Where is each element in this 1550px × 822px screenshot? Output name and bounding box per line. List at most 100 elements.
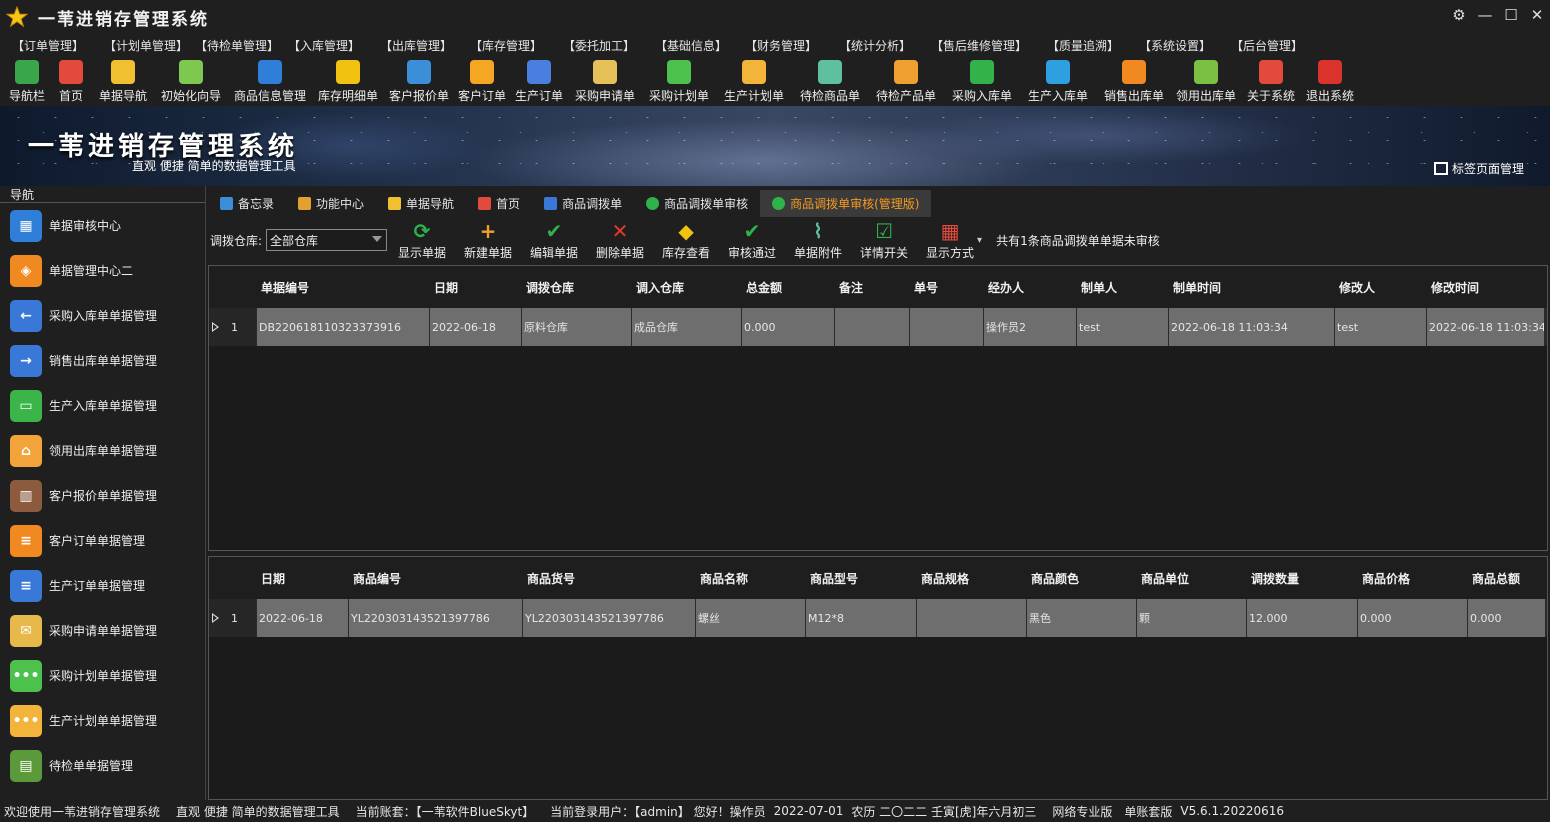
column-header[interactable]: 商品总额 (1468, 570, 1546, 587)
table-cell[interactable] (835, 308, 910, 346)
nav-item[interactable]: ✉ 采购申请单单据管理 (0, 608, 205, 653)
column-header[interactable]: 日期 (430, 279, 522, 296)
column-header[interactable]: 总金额 (742, 279, 835, 296)
tab-2[interactable]: 单据导航 (376, 190, 466, 217)
table-cell[interactable]: 0.000 (1358, 599, 1468, 637)
action-paperclip-button[interactable]: ⌇ 单据附件 (785, 219, 851, 261)
menu-item[interactable]: 【委托加工】 (563, 37, 655, 54)
table-cell[interactable]: 黑色 (1027, 599, 1137, 637)
menu-item[interactable]: 【售后维修管理】 (931, 37, 1047, 54)
nav-item[interactable]: ≡ 生产订单单据管理 (0, 563, 205, 608)
table-cell[interactable]: 2022-06-18 (430, 308, 522, 346)
menu-item[interactable]: 【统计分析】 (839, 37, 931, 54)
table-cell[interactable]: 2022-06-18 (257, 599, 349, 637)
column-header[interactable]: 制单时间 (1169, 279, 1335, 296)
action-checklist-button[interactable]: ☑ 详情开关 (851, 219, 917, 261)
table-cell[interactable]: test (1335, 308, 1427, 346)
nav-item[interactable]: ← 采购入库单单据管理 (0, 293, 205, 338)
column-header[interactable]: 商品编号 (349, 570, 523, 587)
close-button[interactable]: ✕ (1524, 0, 1550, 30)
column-header[interactable]: 商品单位 (1137, 570, 1247, 587)
column-header[interactable]: 修改时间 (1427, 279, 1545, 296)
table-cell[interactable]: 螺丝 (696, 599, 806, 637)
column-header[interactable]: 商品名称 (696, 570, 806, 587)
toolbar-beaker-button[interactable]: 待检产品单 (868, 56, 944, 106)
toolbar-chat-green-button[interactable]: 采购计划单 (642, 56, 716, 106)
maximize-button[interactable]: ☐ (1498, 0, 1524, 30)
nav-item[interactable]: ▤ 待检单单据管理 (0, 743, 205, 788)
table-cell[interactable]: 原料仓库 (522, 308, 632, 346)
nav-item[interactable]: ⌂ 领用出库单单据管理 (0, 428, 205, 473)
action-refresh-button[interactable]: ⟳ 显示单据 (389, 219, 455, 261)
column-header[interactable]: 调拨仓库 (522, 279, 632, 296)
action-box-button[interactable]: ◆ 库存查看 (653, 219, 719, 261)
tag-page-manager-button[interactable]: 标签页面管理 (1433, 160, 1524, 177)
tab-3[interactable]: 首页 (466, 190, 532, 217)
nav-item[interactable]: ◈ 单据管理中心二 (0, 248, 205, 293)
table-cell[interactable]: YL220303143521397786 (523, 599, 696, 637)
column-header[interactable]: 经办人 (984, 279, 1077, 296)
table-cell[interactable]: 0.000 (1468, 599, 1546, 637)
toolbar-doc-blue-button[interactable]: 生产订单 (510, 56, 568, 106)
nav-item[interactable]: ••• 生产计划单单据管理 (0, 698, 205, 743)
toolbar-price-tag-button[interactable]: 客户报价单 (384, 56, 454, 106)
toolbar-compass-button[interactable]: 单据导航 (92, 56, 154, 106)
minimize-button[interactable]: — (1472, 0, 1498, 30)
nav-item[interactable]: ▥ 客户报价单单据管理 (0, 473, 205, 518)
action-cross-button[interactable]: ✕ 删除单据 (587, 219, 653, 261)
menu-item[interactable]: 【系统设置】 (1139, 37, 1231, 54)
toolbar-cart-button[interactable]: 生产入库单 (1020, 56, 1096, 106)
column-header[interactable]: 单号 (910, 279, 984, 296)
table-cell[interactable]: 颗 (1137, 599, 1247, 637)
table-cell[interactable]: 成品仓库 (632, 308, 742, 346)
warehouse-select[interactable]: 全部仓库 (266, 229, 388, 251)
tab-1[interactable]: 功能中心 (286, 190, 376, 217)
toolbar-envelope-button[interactable]: 采购申请单 (568, 56, 642, 106)
column-header[interactable]: 商品价格 (1358, 570, 1468, 587)
action-grid-button[interactable]: ▦ 显示方式 (917, 219, 983, 261)
menu-item[interactable]: 【后台管理】 (1231, 37, 1303, 54)
menu-item[interactable]: 【订单管理】 (12, 37, 104, 54)
menu-item[interactable]: 【出库管理】 (380, 37, 470, 54)
column-header[interactable]: 单据编号 (257, 279, 430, 296)
column-header[interactable]: 商品货号 (523, 570, 696, 587)
menu-item[interactable]: 【质量追溯】 (1047, 37, 1139, 54)
nav-item[interactable]: → 销售出库单单据管理 (0, 338, 205, 383)
toolbar-cubes-button[interactable]: 商品信息管理 (228, 56, 312, 106)
menu-item[interactable]: 【基础信息】 (655, 37, 745, 54)
more-actions-arrow-icon[interactable]: ▾ (977, 235, 982, 246)
menu-item[interactable]: 【财务管理】 (745, 37, 839, 54)
table-cell[interactable]: 12.000 (1247, 599, 1358, 637)
menu-item[interactable]: 【计划单管理】 (104, 37, 195, 54)
column-header[interactable]: 修改人 (1335, 279, 1427, 296)
settings-gear-icon[interactable]: ⚙ (1446, 0, 1472, 30)
column-header[interactable]: 商品颜色 (1027, 570, 1137, 587)
table-cell[interactable] (910, 308, 984, 346)
table-row[interactable]: 1 DB220618110323373916 2022-06-18 原料仓库 成品仓库 0… (209, 308, 1547, 346)
action-approve-button[interactable]: ✔ 审核通过 (719, 219, 785, 261)
column-header[interactable]: 调拨数量 (1247, 570, 1358, 587)
menu-item[interactable]: 【入库管理】 (288, 37, 380, 54)
toolbar-doc-orange-button[interactable]: 客户订单 (454, 56, 510, 106)
column-header[interactable]: 备注 (835, 279, 910, 296)
nav-item[interactable]: ▭ 生产入库单单据管理 (0, 383, 205, 428)
menu-item[interactable]: 【库存管理】 (470, 37, 563, 54)
toolbar-warning-button[interactable]: 库存明细单 (312, 56, 384, 106)
tab-6[interactable]: 商品调拨单审核(管理版) (760, 190, 932, 217)
table-cell[interactable]: 2022-06-18 11:03:34 (1427, 308, 1545, 346)
table-cell[interactable] (917, 599, 1027, 637)
toolbar-home-button[interactable]: 首页 (50, 56, 92, 106)
action-plus-button[interactable]: + 新建单据 (455, 219, 521, 261)
tab-0[interactable]: 备忘录 (208, 190, 286, 217)
toolbar-flask-button[interactable]: 待检商品单 (792, 56, 868, 106)
table-cell[interactable]: DB220618110323373916 (257, 308, 430, 346)
column-header[interactable]: 商品型号 (806, 570, 917, 587)
toolbar-magic-wand-button[interactable]: 初始化向导 (154, 56, 228, 106)
toolbar-plus-circle-button[interactable]: 采购入库单 (944, 56, 1020, 106)
tab-4[interactable]: 商品调拨单 (532, 190, 634, 217)
column-header[interactable]: 商品规格 (917, 570, 1027, 587)
table-cell[interactable]: 2022-06-18 11:03:34 (1169, 308, 1335, 346)
table-cell[interactable]: test (1077, 308, 1169, 346)
column-header[interactable]: 制单人 (1077, 279, 1169, 296)
action-check-button[interactable]: ✔ 编辑单据 (521, 219, 587, 261)
